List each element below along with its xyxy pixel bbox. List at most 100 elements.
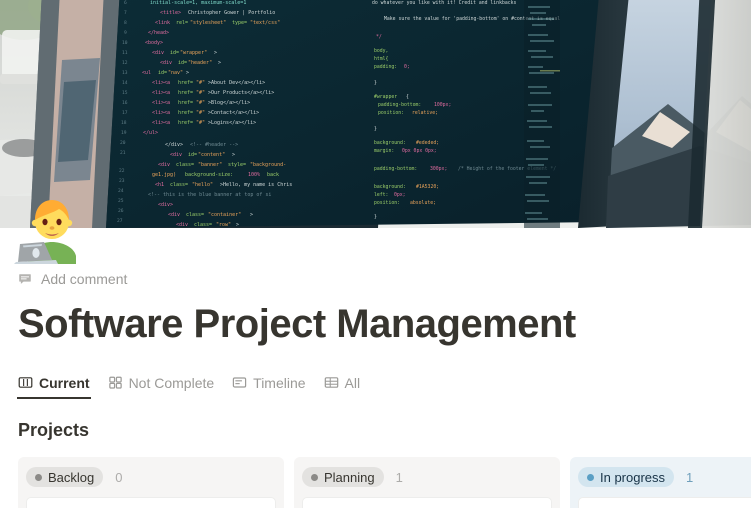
svg-text:>: > <box>232 152 235 158</box>
section-title[interactable]: Projects <box>18 420 733 441</box>
svg-text:background:: background: <box>374 140 406 146</box>
svg-text:position:: position: <box>378 110 404 116</box>
svg-text:do whatever you like with it!: do whatever you like with it! Credit and… <box>372 0 517 6</box>
board-card[interactable] <box>26 497 276 508</box>
board-column-backlog[interactable]: Backlog 0 <box>18 457 284 508</box>
svg-text:"content": "content" <box>198 152 225 158</box>
status-badge[interactable]: In progress <box>578 467 675 487</box>
tab-timeline[interactable]: Timeline <box>232 368 306 397</box>
add-comment-button[interactable]: Add comment <box>18 271 127 287</box>
svg-text:27: 27 <box>117 218 123 224</box>
board-column-in-progress[interactable]: In progress 1 <box>570 457 751 508</box>
svg-text:13: 13 <box>122 70 128 76</box>
svg-text:class=: class= <box>176 162 194 168</box>
svg-text:</div>: </div> <box>165 142 183 148</box>
svg-text:style=: style= <box>228 162 246 168</box>
board-card[interactable] <box>578 497 751 508</box>
column-header: In progress 1 <box>578 466 751 488</box>
tab-all[interactable]: All <box>324 368 361 397</box>
svg-text:relative;: relative; <box>412 110 438 116</box>
status-label: Backlog <box>48 469 95 485</box>
timeline-view-icon <box>232 375 247 390</box>
svg-text:>Hello, my name is Chris: >Hello, my name is Chris <box>220 182 292 188</box>
svg-text:#1A5320;: #1A5320; <box>416 184 439 190</box>
svg-text:>: > <box>214 50 217 56</box>
svg-text:</head>: </head> <box>148 30 169 36</box>
table-view-icon <box>324 375 339 390</box>
tab-current-label: Current <box>39 374 90 391</box>
svg-text:19: 19 <box>121 130 127 136</box>
tab-current[interactable]: Current <box>17 368 91 399</box>
svg-text:20: 20 <box>120 140 126 146</box>
svg-text:<!-- #header -->: <!-- #header --> <box>190 142 238 148</box>
svg-text:href=: href= <box>178 100 193 106</box>
svg-text:<title>: <title> <box>160 10 181 16</box>
svg-text:"background-: "background- <box>250 162 286 168</box>
svg-text:<div: <div <box>152 50 164 56</box>
tab-timeline-label: Timeline <box>253 374 306 391</box>
svg-text:"#": "#" <box>196 110 205 116</box>
svg-text:class=: class= <box>186 212 204 218</box>
svg-text:<!-- this is the blue banner a: <!-- this is the blue banner at top of s… <box>148 192 271 198</box>
svg-text:}: } <box>374 126 377 132</box>
status-badge[interactable]: Planning <box>302 467 384 487</box>
svg-text:<li><a: <li><a <box>152 120 170 126</box>
svg-text:"nav": "nav" <box>168 70 183 76</box>
svg-text:8: 8 <box>124 20 127 26</box>
svg-text:9: 9 <box>124 30 127 36</box>
page-content: Add comment Software Project Management … <box>0 228 751 508</box>
svg-text:href=: href= <box>178 90 193 96</box>
tab-not-complete[interactable]: Not Complete <box>108 368 214 397</box>
svg-text:<h1: <h1 <box>155 182 164 188</box>
status-badge[interactable]: Backlog <box>26 467 104 487</box>
svg-text:"#": "#" <box>196 100 205 106</box>
notion-page: 67 89 10 11 12 13 14 15 16 17 18 19 20 21 22 23… <box>0 0 751 508</box>
svg-text:16: 16 <box>122 100 128 106</box>
svg-text:"#": "#" <box>196 120 205 126</box>
svg-text:>About Dev</a></li>: >About Dev</a></li> <box>208 80 265 86</box>
svg-text:>: > <box>186 70 189 76</box>
svg-text:0px;: 0px; <box>394 192 406 198</box>
svg-text:>Contact</a></li>: >Contact</a></li> <box>208 110 259 116</box>
svg-text:*/: */ <box>376 34 382 40</box>
svg-text:Christopher Gower | Portfolio: Christopher Gower | Portfolio <box>188 10 275 16</box>
svg-text:<li><a: <li><a <box>152 100 170 106</box>
svg-text:<li><a: <li><a <box>152 80 170 86</box>
page-title[interactable]: Software Project Management <box>18 303 733 345</box>
svg-text:padding-bottom:: padding-bottom: <box>378 102 421 108</box>
svg-text:24: 24 <box>118 188 124 194</box>
tab-all-label: All <box>344 374 361 391</box>
board-column-planning[interactable]: Planning 1 <box>294 457 560 508</box>
technologist-emoji-icon[interactable] <box>14 186 92 264</box>
svg-text:23: 23 <box>119 178 125 184</box>
svg-text:</ul>: </ul> <box>143 130 158 136</box>
svg-text:position:: position: <box>374 200 400 206</box>
svg-text:initial-scale=1, maximum-scale: initial-scale=1, maximum-scale=1 <box>150 0 246 6</box>
svg-text:6: 6 <box>124 0 127 6</box>
svg-text:html{: html{ <box>374 56 389 62</box>
svg-text:#wrapper: #wrapper <box>374 94 397 100</box>
svg-text:id=: id= <box>178 60 187 66</box>
svg-text:<div: <div <box>170 152 182 158</box>
tabs-divider <box>18 399 733 400</box>
svg-text:}: } <box>374 214 377 220</box>
svg-text:padding:: padding: <box>374 64 397 70</box>
status-label: Planning <box>324 469 375 485</box>
svg-text:>Logins</a></li>: >Logins</a></li> <box>208 120 256 126</box>
svg-text:left:: left: <box>374 192 388 198</box>
svg-text:17: 17 <box>122 110 128 116</box>
svg-text:7: 7 <box>124 10 127 16</box>
gallery-view-icon <box>108 375 123 390</box>
svg-text:"stylesheet": "stylesheet" <box>190 20 226 26</box>
board-view-icon <box>18 375 33 390</box>
page-cover-image[interactable]: 6 7 8 9 10 11 12 13 14 15 16 17 18 19 20 21 22 23… <box>0 0 751 228</box>
column-count: 1 <box>686 469 694 485</box>
svg-text:0;: 0; <box>404 64 410 70</box>
project-board: Backlog 0 Planning 1 In progress 1 <box>18 457 751 508</box>
svg-text:25: 25 <box>118 198 124 204</box>
svg-text:15: 15 <box>122 90 128 96</box>
add-comment-label: Add comment <box>41 271 128 287</box>
svg-text:<div: <div <box>160 60 172 66</box>
svg-text:>: > <box>218 60 221 66</box>
board-card[interactable] <box>302 497 552 508</box>
